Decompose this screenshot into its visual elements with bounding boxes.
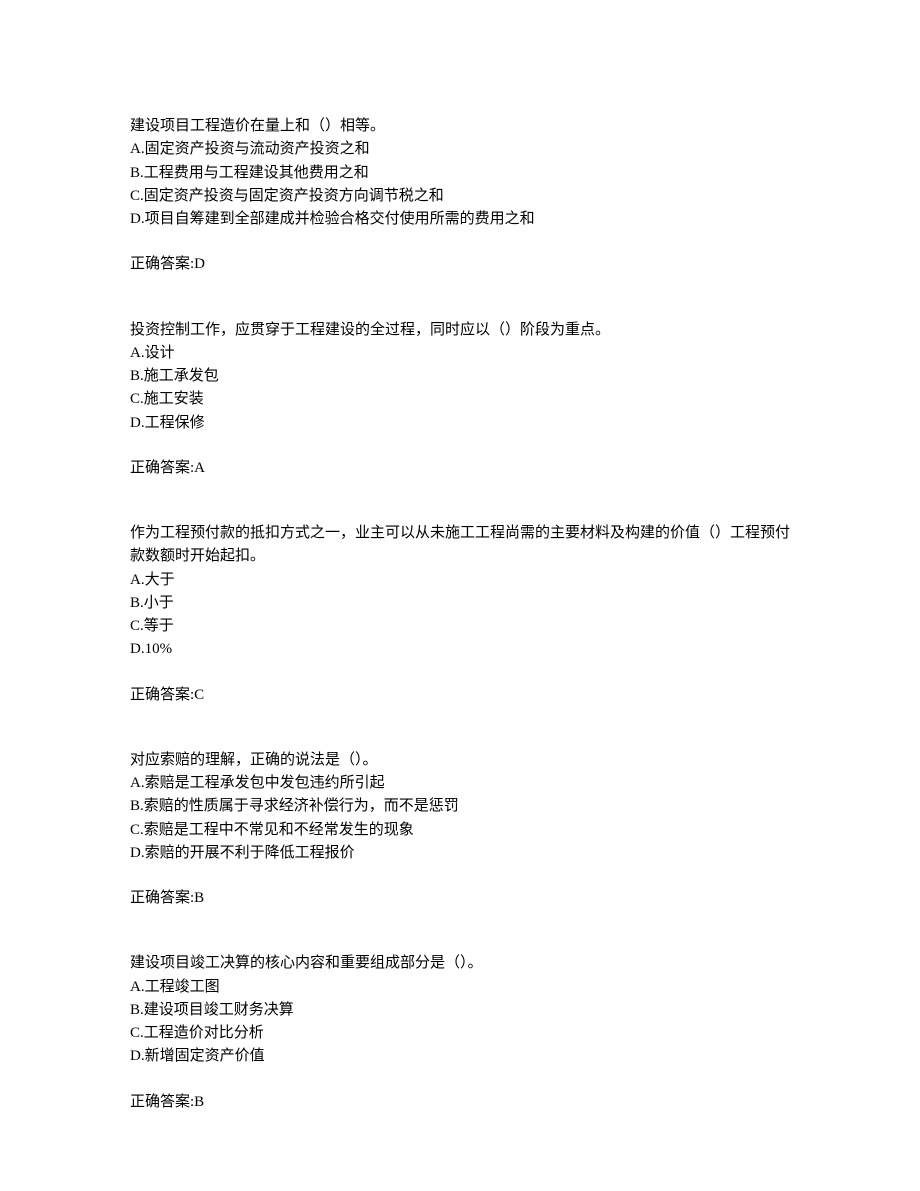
answer-text: 正确答案:B	[130, 887, 790, 910]
option-d: D.索赔的开展不利于降低工程报价	[130, 842, 790, 865]
option-d: D.新增固定资产价值	[130, 1045, 790, 1068]
answer-text: 正确答案:A	[130, 457, 790, 480]
question-block-1: 建设项目工程造价在量上和（）相等。 A.固定资产投资与流动资产投资之和 B.工程…	[130, 115, 790, 277]
option-a: A.设计	[130, 342, 790, 365]
option-a: A.索赔是工程承发包中发包违约所引起	[130, 772, 790, 795]
question-text: 对应索赔的理解，正确的说法是（）。	[130, 749, 790, 772]
option-a: A.大于	[130, 569, 790, 592]
option-d: D.项目自筹建到全部建成并检验合格交付使用所需的费用之和	[130, 208, 790, 231]
answer-text: 正确答案:D	[130, 253, 790, 276]
option-d: D.10%	[130, 638, 790, 661]
question-text: 投资控制工作，应贯穿于工程建设的全过程，同时应以（）阶段为重点。	[130, 319, 790, 342]
option-c: C.工程造价对比分析	[130, 1022, 790, 1045]
option-b: B.索赔的性质属于寻求经济补偿行为，而不是惩罚	[130, 795, 790, 818]
answer-text: 正确答案:B	[130, 1091, 790, 1114]
question-block-5: 建设项目竣工决算的核心内容和重要组成部分是（）。 A.工程竣工图 B.建设项目竣…	[130, 952, 790, 1114]
option-a: A.固定资产投资与流动资产投资之和	[130, 138, 790, 161]
question-block-3: 作为工程预付款的抵扣方式之一，业主可以从未施工工程尚需的主要材料及构建的价值（）…	[130, 522, 790, 707]
question-text: 作为工程预付款的抵扣方式之一，业主可以从未施工工程尚需的主要材料及构建的价值（）…	[130, 522, 790, 569]
option-b: B.小于	[130, 592, 790, 615]
option-d: D.工程保修	[130, 412, 790, 435]
option-c: C.施工安装	[130, 388, 790, 411]
option-c: C.固定资产投资与固定资产投资方向调节税之和	[130, 185, 790, 208]
option-c: C.等于	[130, 615, 790, 638]
option-b: B.工程费用与工程建设其他费用之和	[130, 162, 790, 185]
question-block-2: 投资控制工作，应贯穿于工程建设的全过程，同时应以（）阶段为重点。 A.设计 B.…	[130, 319, 790, 481]
answer-text: 正确答案:C	[130, 684, 790, 707]
option-a: A.工程竣工图	[130, 976, 790, 999]
question-text: 建设项目工程造价在量上和（）相等。	[130, 115, 790, 138]
option-c: C.索赔是工程中不常见和不经常发生的现象	[130, 819, 790, 842]
question-block-4: 对应索赔的理解，正确的说法是（）。 A.索赔是工程承发包中发包违约所引起 B.索…	[130, 749, 790, 911]
option-b: B.建设项目竣工财务决算	[130, 999, 790, 1022]
question-text: 建设项目竣工决算的核心内容和重要组成部分是（）。	[130, 952, 790, 975]
option-b: B.施工承发包	[130, 365, 790, 388]
